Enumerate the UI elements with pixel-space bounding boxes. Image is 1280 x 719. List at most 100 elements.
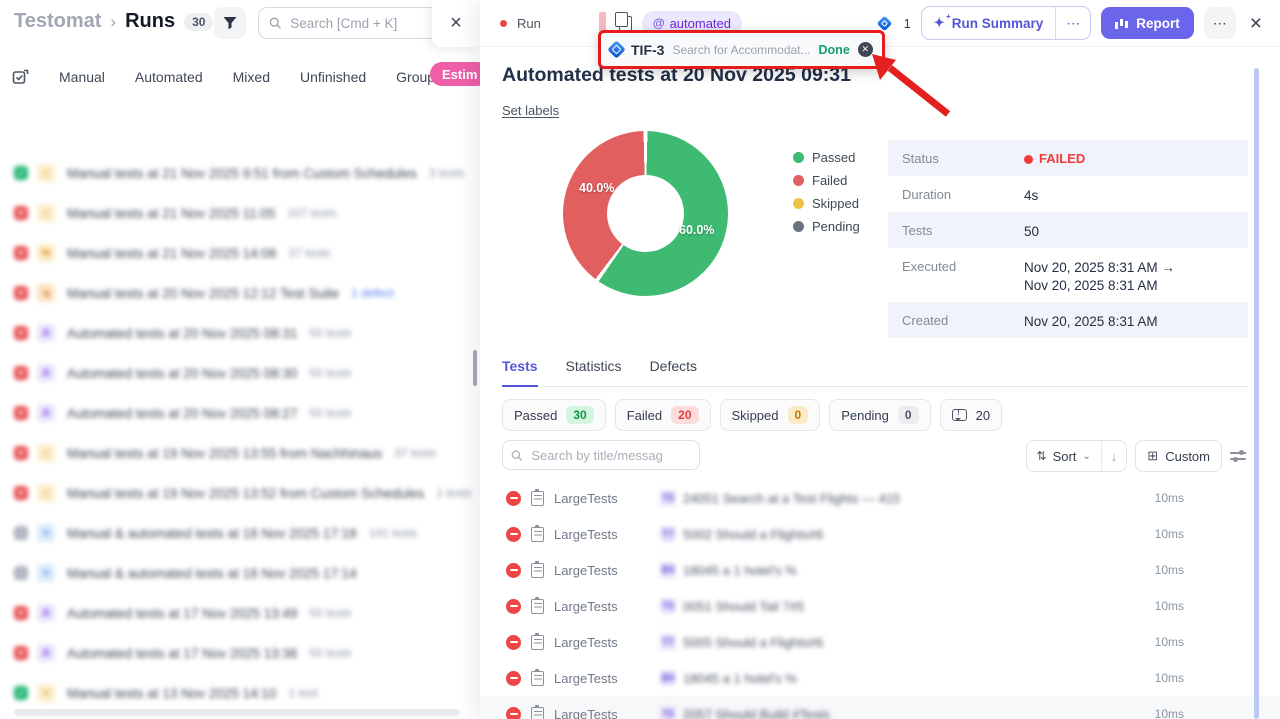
- test-row[interactable]: LargeTestsT75005 Should a Flights#610ms: [480, 624, 1280, 660]
- test-id-badge: B5: [660, 670, 676, 686]
- jira-issue-key[interactable]: TIF-3: [631, 42, 664, 58]
- info-label: Tests: [902, 212, 1024, 238]
- brand-name[interactable]: Testomat: [14, 10, 101, 33]
- popover-close-icon[interactable]: ✕: [858, 42, 873, 57]
- run-status-passed-icon: ✓: [14, 686, 28, 700]
- failed-test-icon: [506, 563, 521, 578]
- sort-label: Sort: [1053, 449, 1077, 464]
- run-summary-label: Run Summary: [952, 16, 1044, 31]
- breadcrumb-separator: ›: [110, 12, 116, 32]
- test-id-badge: T5: [660, 598, 676, 614]
- failed-test-icon: [506, 599, 521, 614]
- set-labels-link[interactable]: Set labels: [502, 103, 559, 118]
- info-label: Duration: [902, 176, 1024, 202]
- legend-skipped[interactable]: Skipped: [793, 196, 860, 211]
- jira-issue-icon[interactable]: [876, 15, 892, 31]
- left-bottom-scrollbar[interactable]: [14, 709, 460, 716]
- chip-comments[interactable]: 20: [940, 399, 1002, 431]
- test-duration: 10ms: [1155, 635, 1184, 649]
- run-type-icon: A: [37, 604, 55, 622]
- test-row[interactable]: LargeTestsT524051 Search at a Test Fligh…: [480, 480, 1280, 516]
- run-summary-main[interactable]: ✦+ Run Summary: [922, 7, 1055, 39]
- run-defect-link[interactable]: 1 defect: [351, 286, 394, 300]
- test-suite-label: LargeTests: [554, 599, 646, 614]
- test-title: 2057 Should Build #Tests: [683, 707, 830, 719]
- test-row[interactable]: LargeTestsT75002 Should a Flights#610ms: [480, 516, 1280, 552]
- sort-direction-button[interactable]: ↓: [1102, 441, 1127, 471]
- report-label: Report: [1136, 16, 1180, 31]
- duration-value: 4s: [1024, 176, 1038, 205]
- chip-skipped[interactable]: Skipped0: [720, 399, 821, 431]
- status-text: FAILED: [1039, 150, 1085, 168]
- run-title: Manual tests at 21 Nov 2025 9:51 from Cu…: [67, 166, 417, 181]
- select-runs-icon[interactable]: [12, 69, 29, 86]
- tab-automated[interactable]: Automated: [135, 69, 203, 85]
- run-title: Manual tests at 13 Nov 2025 14:10: [67, 686, 276, 701]
- legend-pending[interactable]: Pending: [793, 219, 860, 234]
- custom-label: Custom: [1165, 449, 1210, 464]
- search-icon: [269, 16, 281, 30]
- run-title: Automated tests at 17 Nov 2025 13:49: [67, 606, 297, 621]
- copy-icon[interactable]: [619, 16, 632, 31]
- breadcrumb: Testomat › Runs 30: [14, 10, 213, 33]
- chip-pending[interactable]: Pending0: [829, 399, 930, 431]
- panel-close-button[interactable]: ×: [1250, 13, 1262, 34]
- sort-button[interactable]: ⇅ Sort ⌄: [1027, 441, 1101, 471]
- passed-dot-icon: [793, 152, 804, 163]
- run-type-icon: ::: [37, 484, 55, 502]
- info-label: Executed: [902, 248, 1024, 274]
- tab-tests[interactable]: Tests: [502, 358, 538, 387]
- page-title: Runs: [125, 10, 175, 33]
- tests-value: 50: [1024, 212, 1039, 241]
- sort-control: ⇅ Sort ⌄ ↓: [1026, 440, 1128, 472]
- tab-mixed[interactable]: Mixed: [233, 69, 270, 85]
- run-filter-tabs: Manual Automated Mixed Unfinished Groups: [12, 60, 442, 94]
- test-title: 0051 Should Tail 7#5: [683, 599, 804, 614]
- test-row[interactable]: LargeTestsT50051 Should Tail 7#510ms: [480, 588, 1280, 624]
- tab-defects[interactable]: Defects: [650, 358, 697, 386]
- tests-search[interactable]: [502, 440, 700, 470]
- clipboard-icon: [531, 635, 544, 650]
- test-row[interactable]: LargeTestsT52057 Should Build #Tests10ms: [480, 696, 1280, 719]
- run-status-failed-icon: ✕: [14, 446, 28, 460]
- run-meta: 50 tests: [309, 646, 351, 660]
- test-suite-label: LargeTests: [554, 491, 646, 506]
- test-row[interactable]: LargeTestsB518045 a 1 hotel's %10ms: [480, 660, 1280, 696]
- report-button[interactable]: Report: [1101, 7, 1194, 39]
- run-summary-more-button[interactable]: ⋯: [1056, 7, 1090, 39]
- legend-failed-label: Failed: [812, 173, 847, 188]
- chip-failed[interactable]: Failed20: [615, 399, 711, 431]
- panel-scrollbar-thumb[interactable]: [1254, 68, 1259, 719]
- chip-passed[interactable]: Passed30: [502, 399, 606, 431]
- filter-button[interactable]: [214, 7, 246, 39]
- filter-sliders-icon[interactable]: [1230, 450, 1246, 462]
- run-title: Manual & automated tests at 18 Nov 2025 …: [67, 526, 357, 541]
- tests-search-input[interactable]: [529, 447, 691, 464]
- run-status-failed-icon: ✕: [14, 246, 28, 260]
- custom-columns-button[interactable]: ⊞ Custom: [1135, 440, 1222, 472]
- run-detail-panel: Run @ automated 1 ✦+ Run Summary ⋯: [480, 0, 1280, 719]
- executed-start: Nov 20, 2025 8:31 AM →: [1024, 260, 1175, 275]
- test-row[interactable]: LargeTestsB518045 a 1 hotel's %10ms: [480, 552, 1280, 588]
- run-meta: 141 tests: [369, 526, 418, 540]
- chip-failed-label: Failed: [627, 408, 662, 423]
- legend-passed[interactable]: Passed: [793, 150, 860, 165]
- run-type-icon: A: [37, 364, 55, 382]
- failed-dot-icon: [793, 175, 804, 186]
- test-suite-label: LargeTests: [554, 527, 646, 542]
- run-summary-button[interactable]: ✦+ Run Summary ⋯: [921, 6, 1091, 40]
- jira-issue-summary: Search for Accommodat...: [672, 43, 810, 57]
- tab-unfinished[interactable]: Unfinished: [300, 69, 366, 85]
- tab-statistics[interactable]: Statistics: [566, 358, 622, 386]
- panel-header-actions: 1 ✦+ Run Summary ⋯ Report ⋯ ×: [879, 6, 1262, 40]
- run-status-failed-icon: ✕: [14, 286, 28, 300]
- test-title: 18045 a 1 hotel's %: [683, 563, 797, 578]
- jira-issue-popover[interactable]: TIF-3 Search for Accommodat... Done ✕: [598, 30, 885, 69]
- search-close-button[interactable]: ×: [432, 0, 480, 47]
- run-status-failed-icon: ✕: [14, 326, 28, 340]
- left-scrollbar-thumb[interactable]: [473, 350, 477, 386]
- more-actions-button[interactable]: ⋯: [1204, 7, 1236, 39]
- legend-failed[interactable]: Failed: [793, 173, 860, 188]
- tab-manual[interactable]: Manual: [59, 69, 105, 85]
- run-title: Automated tests at 20 Nov 2025 08:30: [67, 366, 297, 381]
